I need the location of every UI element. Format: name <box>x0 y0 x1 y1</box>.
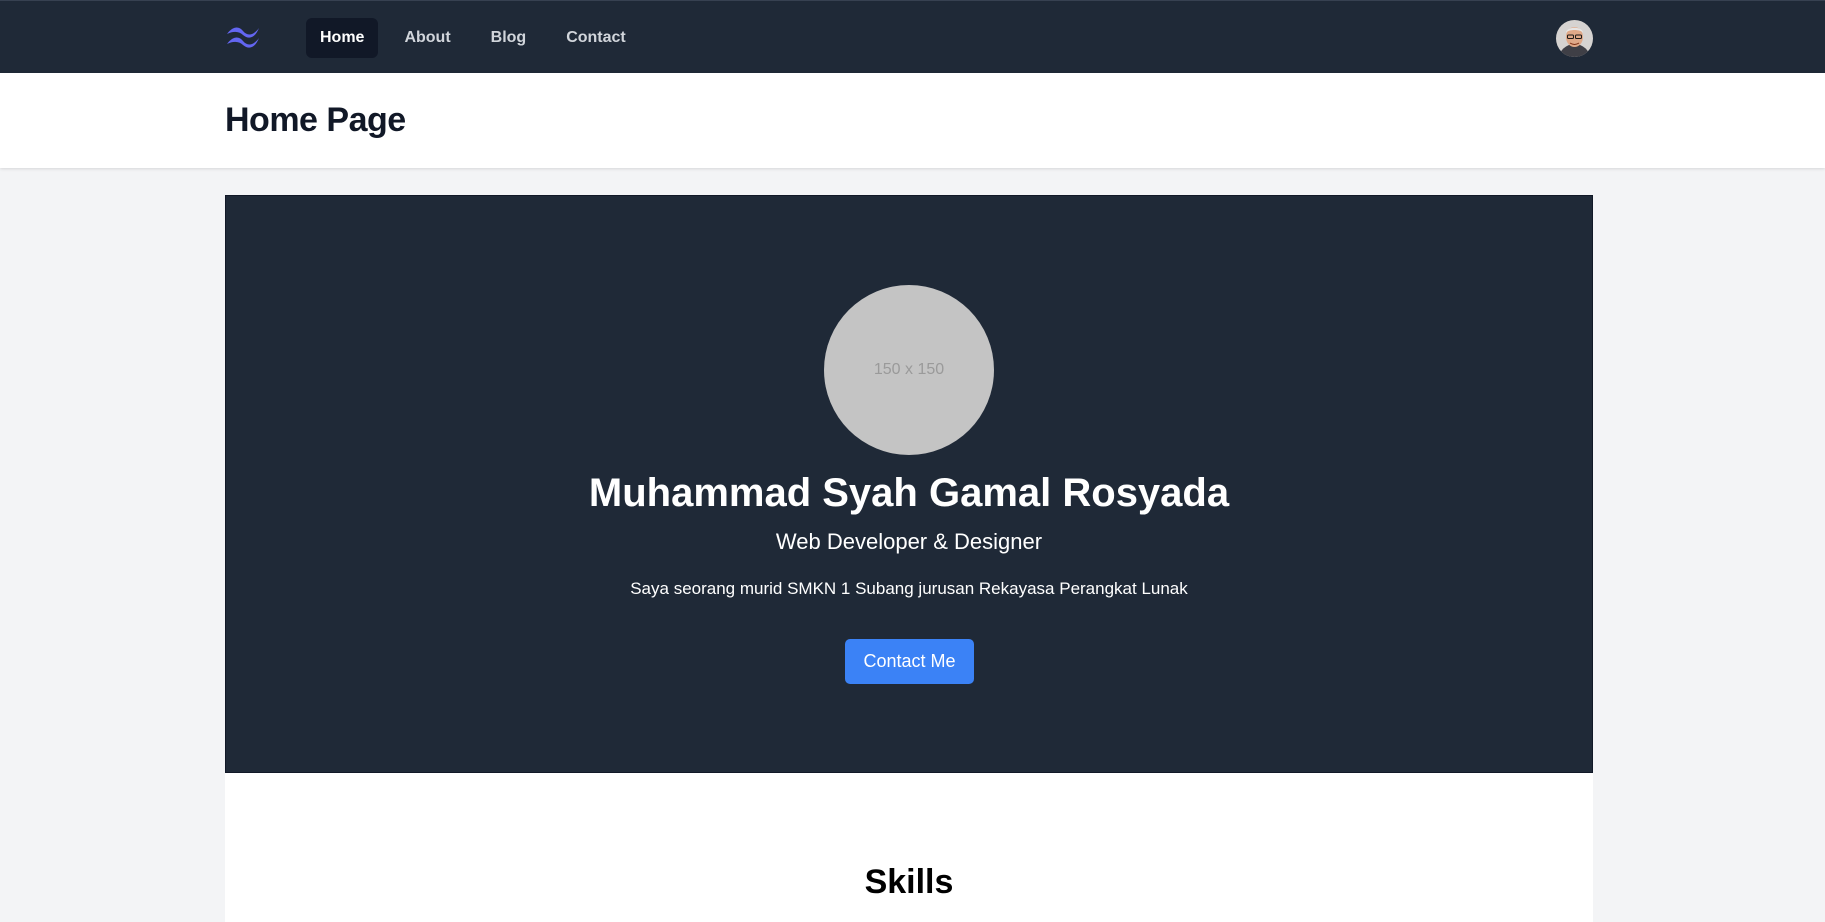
logo-icon[interactable] <box>225 24 261 50</box>
profile-photo-placeholder: 150 x 150 <box>824 285 994 455</box>
page-header: Home Page <box>0 73 1825 168</box>
hero-description: Saya seorang murid SMKN 1 Subang jurusan… <box>630 579 1188 598</box>
nav-link-about[interactable]: About <box>390 18 464 58</box>
nav-link-home[interactable]: Home <box>306 18 379 58</box>
hero-role: Web Developer & Designer <box>775 529 1043 554</box>
user-avatar-icon[interactable] <box>1556 20 1593 57</box>
skills-title: Skills <box>864 863 954 901</box>
nav-links: Home About Blog Contact <box>306 18 644 58</box>
skills-section: Skills <box>225 773 1593 922</box>
hero-name: Muhammad Syah Gamal Rosyada <box>588 471 1230 515</box>
contact-me-button[interactable]: Contact Me <box>845 639 974 684</box>
nav-link-blog[interactable]: Blog <box>477 18 541 58</box>
hero-section: 150 x 150 Muhammad Syah Gamal Rosyada We… <box>225 195 1593 773</box>
page-title: Home Page <box>225 101 406 139</box>
top-navbar: Home About Blog Contact <box>0 0 1825 73</box>
nav-link-contact[interactable]: Contact <box>552 18 640 58</box>
